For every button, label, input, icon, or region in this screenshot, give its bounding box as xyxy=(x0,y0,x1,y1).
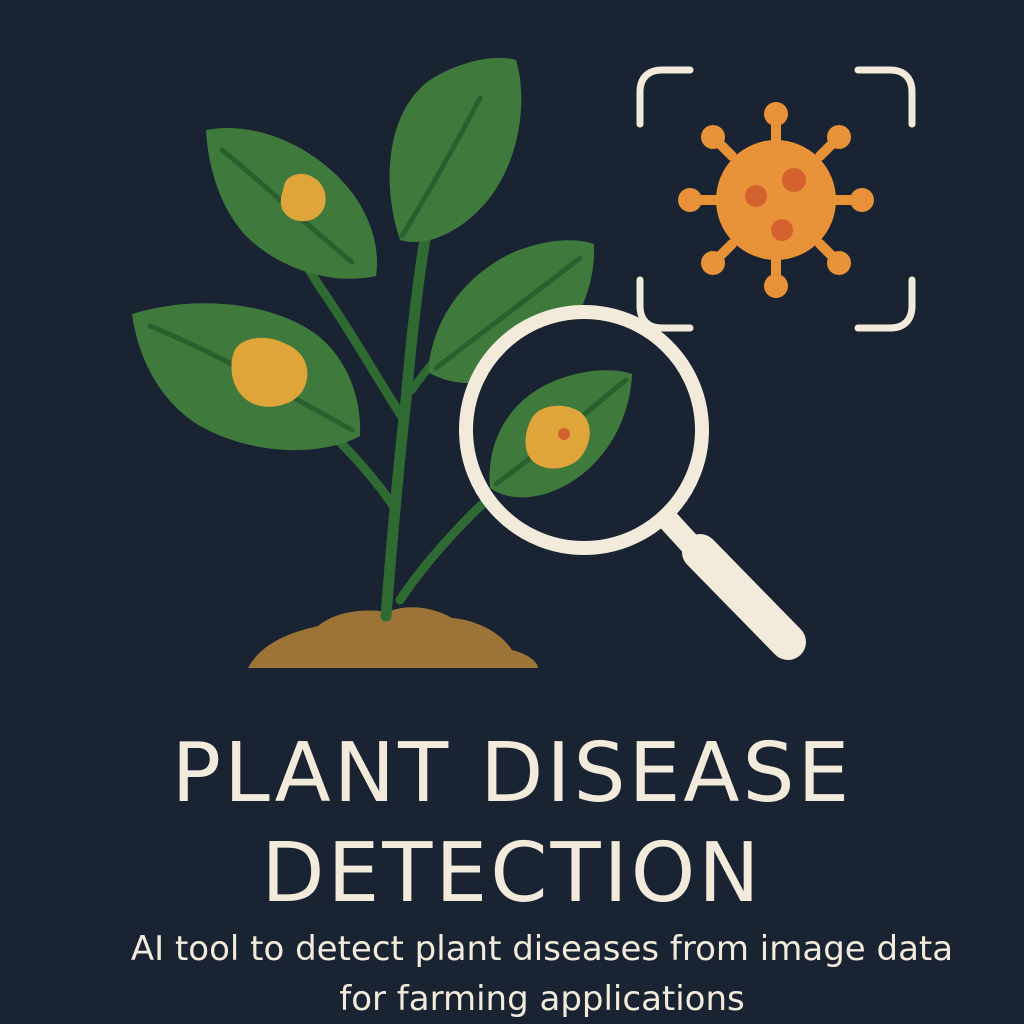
virus-icon xyxy=(678,102,874,298)
poster: PLANT DISEASE DETECTION AI tool to detec… xyxy=(0,0,1024,1024)
leaf-top xyxy=(389,57,522,243)
title-line-2: DETECTION xyxy=(261,826,763,921)
plant-illustration xyxy=(132,57,916,668)
soil-mound-icon xyxy=(248,607,538,668)
magnifying-glass-icon xyxy=(459,305,806,660)
title-line-1: PLANT DISEASE xyxy=(171,726,853,821)
subtitle: AI tool to detect plant diseases from im… xyxy=(130,929,954,1019)
